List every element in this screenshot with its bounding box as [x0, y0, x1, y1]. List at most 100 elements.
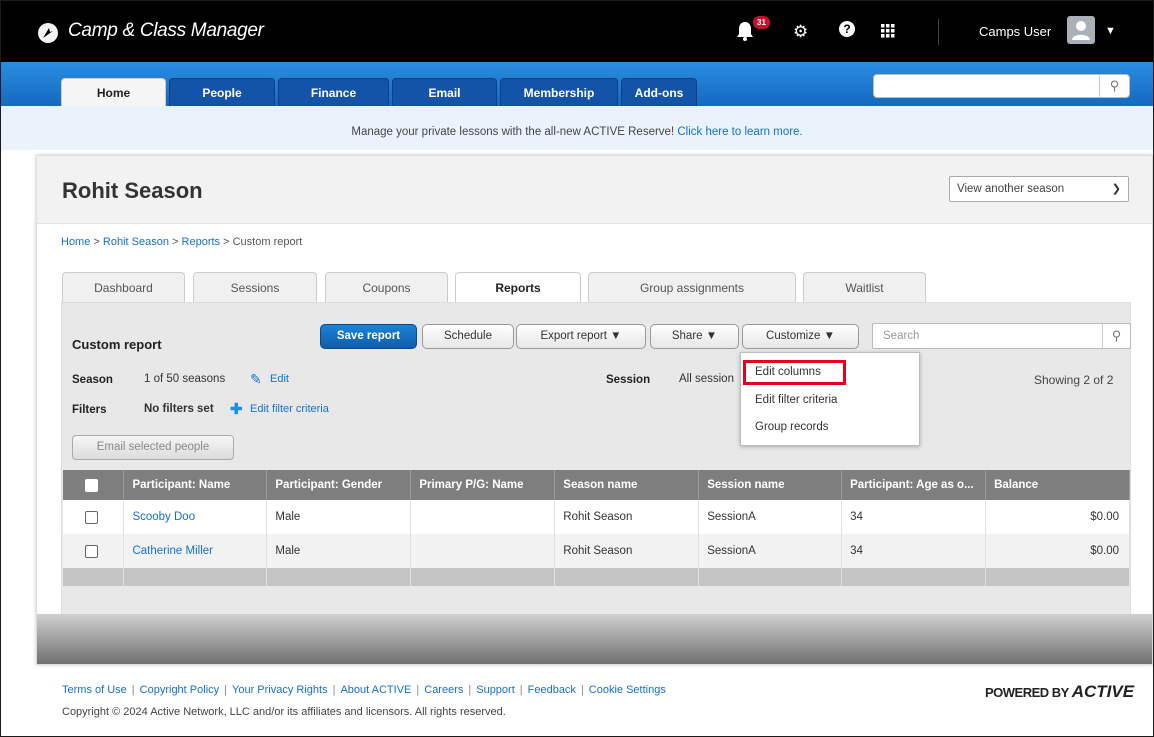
tab-membership[interactable]: Membership: [500, 78, 618, 106]
help-icon[interactable]: ?: [839, 21, 855, 37]
footer-link-terms[interactable]: Terms of Use: [62, 684, 127, 696]
participant-link[interactable]: Catherine Miller: [132, 545, 213, 557]
subtab-dashboard[interactable]: Dashboard: [62, 272, 185, 302]
footer-link-about[interactable]: About ACTIVE: [340, 684, 411, 696]
search-icon[interactable]: ⚲: [1102, 324, 1130, 348]
promo-text: Manage your private lessons with the all…: [351, 126, 675, 138]
bell-icon[interactable]: [736, 21, 754, 44]
filters-value: No filters set: [144, 403, 214, 415]
card-bottom-band: [37, 614, 1152, 664]
footer-link-cookies[interactable]: Cookie Settings: [589, 684, 666, 696]
breadcrumb-separator: >: [172, 236, 179, 248]
edit-season-link[interactable]: Edit: [270, 373, 289, 385]
table-cell: [410, 534, 556, 568]
row-select-cell[interactable]: [63, 534, 125, 568]
breadcrumb: Home > Rohit Season > Reports > Custom r…: [61, 236, 302, 248]
page-title: Rohit Season: [62, 178, 203, 203]
breadcrumb-season[interactable]: Rohit Season: [103, 236, 169, 248]
tab-email[interactable]: Email: [392, 78, 497, 106]
tab-home[interactable]: Home: [61, 78, 166, 106]
powered-by-text: POWERED BY: [985, 685, 1069, 700]
subtab-group-assignments[interactable]: Group assignments: [588, 272, 796, 302]
footer-link-feedback[interactable]: Feedback: [528, 684, 576, 696]
row-select-cell[interactable]: [63, 500, 125, 534]
table-cell: 34: [841, 534, 987, 568]
column-header[interactable]: Participant: Name: [123, 470, 268, 500]
table-cell: Rohit Season: [554, 534, 700, 568]
row-checkbox[interactable]: [85, 510, 98, 524]
tab-add-ons[interactable]: Add-ons: [621, 78, 697, 106]
promo-banner: Manage your private lessons with the all…: [1, 106, 1153, 150]
season-value: 1 of 50 seasons: [144, 373, 226, 385]
footer-link-support[interactable]: Support: [476, 684, 515, 696]
customize-button[interactable]: Customize ▼: [742, 324, 859, 349]
table-cell: 34: [841, 500, 987, 534]
gear-icon[interactable]: ⚙: [793, 22, 808, 42]
participant-link[interactable]: Scooby Doo: [132, 511, 195, 523]
table-cell: $0.00: [985, 500, 1130, 534]
highlight-box: [743, 360, 846, 385]
column-header[interactable]: Primary P/G: Name: [410, 470, 556, 500]
breadcrumb-home[interactable]: Home: [61, 236, 90, 248]
footer-link-privacy[interactable]: Your Privacy Rights: [232, 684, 328, 696]
search-icon[interactable]: ⚲: [1099, 75, 1129, 97]
user-name[interactable]: Camps User: [979, 24, 1051, 39]
menu-item-group-records[interactable]: Group records: [755, 421, 829, 433]
powered-by-logo[interactable]: POWERED BY ACTIVE: [985, 682, 1134, 702]
subtab-reports[interactable]: Reports: [455, 272, 581, 303]
report-title: Custom report: [72, 337, 162, 352]
app-logo-icon[interactable]: [38, 23, 58, 43]
app-title[interactable]: Camp & Class Manager: [68, 20, 264, 42]
table-cell: Scooby Doo: [123, 500, 268, 534]
table-row: Catherine Miller Male Rohit Season Sessi…: [63, 534, 1130, 568]
tab-people[interactable]: People: [169, 78, 275, 106]
report-search-input[interactable]: Search ⚲: [872, 323, 1131, 349]
main-nav: Home People Finance Email Membership Add…: [1, 62, 1153, 106]
notification-count-badge[interactable]: 31: [753, 16, 770, 29]
global-search-input[interactable]: ⚲: [873, 74, 1130, 98]
save-report-button[interactable]: Save report: [320, 324, 417, 349]
footer-link-careers[interactable]: Careers: [424, 684, 463, 696]
footer-link-copyright[interactable]: Copyright Policy: [140, 684, 219, 696]
subtab-coupons[interactable]: Coupons: [325, 272, 448, 302]
report-table: Participant: Name Participant: Gender Pr…: [63, 470, 1130, 586]
column-header[interactable]: Participant: Age as o...: [841, 470, 987, 500]
top-bar: Camp & Class Manager 31 ⚙ ? Camps User ▼: [1, 1, 1153, 62]
season-select-value: View another season: [957, 183, 1065, 195]
app-frame: Camp & Class Manager 31 ⚙ ? Camps User ▼…: [0, 0, 1154, 737]
plus-icon[interactable]: ✚: [230, 400, 243, 418]
user-menu-chevron-down-icon[interactable]: ▼: [1105, 25, 1116, 37]
filters-label: Filters: [72, 404, 107, 416]
column-header[interactable]: Participant: Gender: [266, 470, 412, 500]
report-search-placeholder: Search: [883, 330, 920, 342]
tab-finance[interactable]: Finance: [278, 78, 389, 106]
apps-grid-icon[interactable]: [881, 24, 895, 41]
table-header-row: Participant: Name Participant: Gender Pr…: [63, 470, 1130, 500]
table-cell: [410, 500, 556, 534]
table-cell: Male: [266, 534, 412, 568]
breadcrumb-reports[interactable]: Reports: [182, 236, 221, 248]
select-all-cell[interactable]: [63, 470, 125, 500]
season-select[interactable]: View another season ❯: [949, 176, 1129, 202]
promo-link[interactable]: Click here to learn more.: [677, 126, 802, 138]
export-report-button[interactable]: Export report ▼: [516, 324, 646, 349]
email-selected-people-button[interactable]: Email selected people: [72, 435, 234, 460]
active-brand: ACTIVE: [1071, 682, 1135, 701]
row-checkbox[interactable]: [85, 544, 98, 558]
column-header[interactable]: Balance: [985, 470, 1130, 500]
breadcrumb-separator: >: [223, 236, 230, 248]
select-all-checkbox[interactable]: [85, 478, 98, 492]
column-header[interactable]: Season name: [554, 470, 700, 500]
subtab-waitlist[interactable]: Waitlist: [803, 272, 926, 302]
subtab-sessions[interactable]: Sessions: [193, 272, 317, 302]
menu-item-edit-filter-criteria[interactable]: Edit filter criteria: [755, 394, 837, 406]
table-cell: Rohit Season: [554, 500, 700, 534]
column-header[interactable]: Session name: [698, 470, 843, 500]
schedule-button[interactable]: Schedule: [422, 324, 514, 349]
share-button[interactable]: Share ▼: [650, 324, 739, 349]
pencil-icon[interactable]: ✎: [250, 371, 262, 388]
content-card: Rohit Season View another season ❯ Home …: [36, 155, 1153, 665]
breadcrumb-separator: >: [93, 236, 100, 248]
edit-filter-criteria-link[interactable]: Edit filter criteria: [250, 403, 329, 415]
avatar[interactable]: [1067, 16, 1095, 44]
